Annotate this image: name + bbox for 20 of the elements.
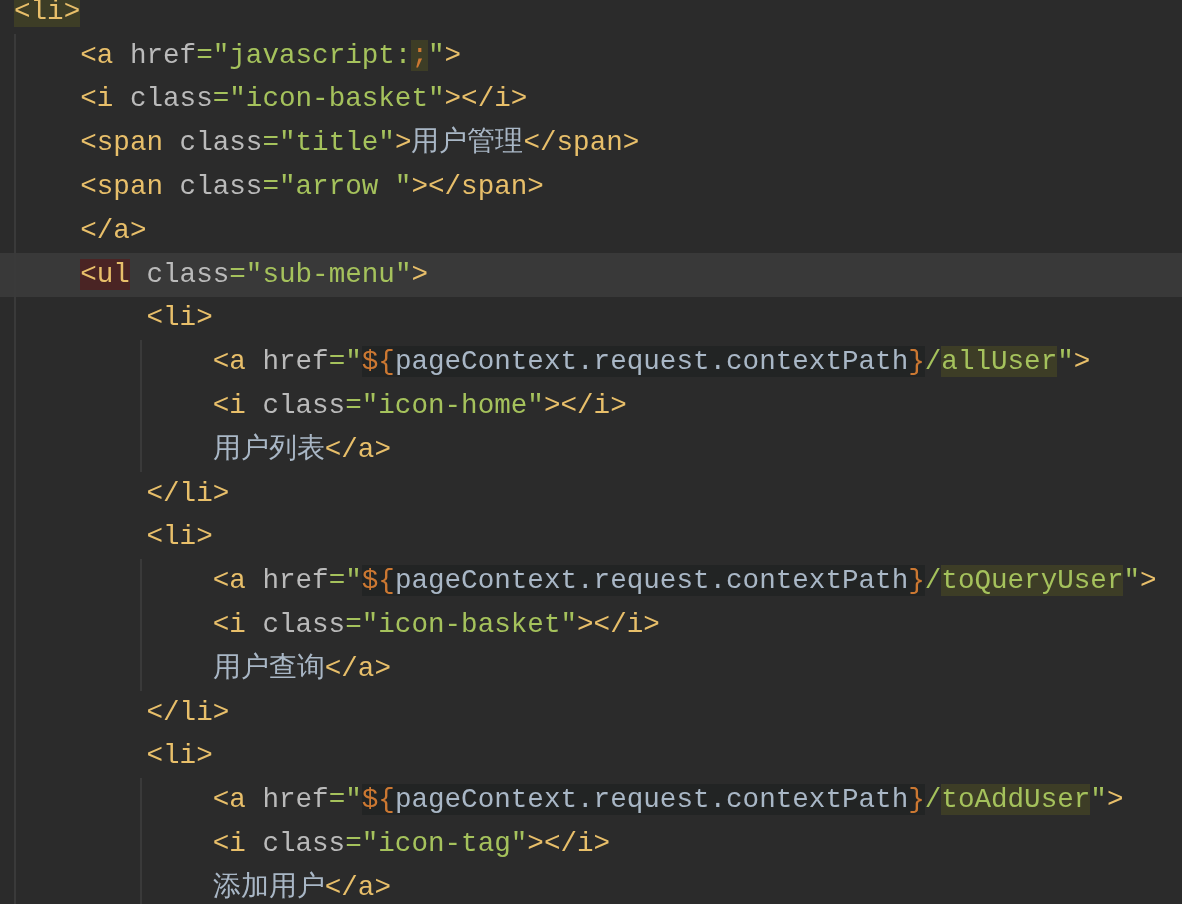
code-line: <ul class="sub-menu"> <box>79 257 428 292</box>
code-line: <a href="${pageContext.request.contextPath}/allUser"> <box>211 345 1091 380</box>
code-line: <a href="${pageContext.request.contextPath}/toQueryUser"> <box>211 564 1157 599</box>
code-line: <span class="arrow "></span> <box>79 170 544 205</box>
code-line: 添加用户</a> <box>211 870 391 904</box>
code-line: </a> <box>79 213 147 248</box>
code-line: <li> <box>145 520 213 555</box>
code-line: <li> <box>145 739 213 774</box>
code-line: 用户查询</a> <box>211 651 391 686</box>
code-line: <span class="title">用户管理</span> <box>79 126 640 161</box>
code-line: </li> <box>145 476 230 511</box>
code-line: <i class="icon-basket"></i> <box>79 82 528 117</box>
code-line: <i class="icon-tag"></i> <box>211 827 611 862</box>
code-line: <a href="${pageContext.request.contextPath}/toAddUser"> <box>211 783 1124 818</box>
code-line: <i class="icon-basket"></i> <box>211 608 660 643</box>
code-line: 用户列表</a> <box>211 432 391 467</box>
code-line: <i class="icon-home"></i> <box>211 389 627 424</box>
code-line: <li> <box>145 301 213 336</box>
code-line: <a href="javascript:;"> <box>79 38 462 73</box>
code-line: </li> <box>145 695 230 730</box>
